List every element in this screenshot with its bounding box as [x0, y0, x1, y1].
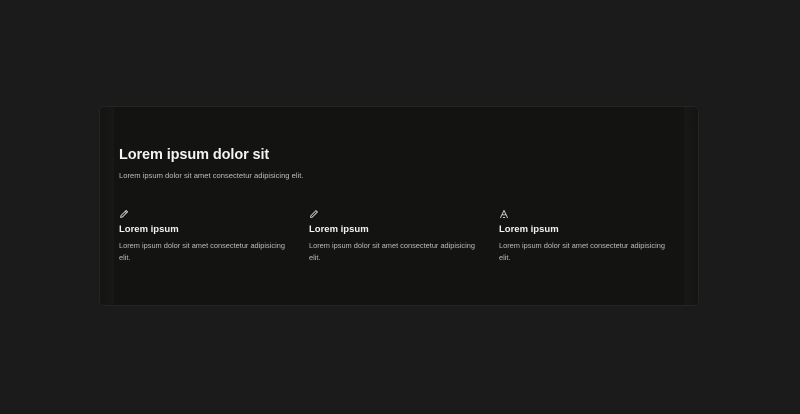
- feature-item-2: Lorem ipsum Lorem ipsum dolor sit amet c…: [309, 209, 487, 264]
- feature-title: Lorem ipsum: [119, 224, 179, 235]
- feature-item-3: Lorem ipsum Lorem ipsum dolor sit amet c…: [499, 209, 677, 264]
- features-card: Lorem ipsum dolor sit Lorem ipsum dolor …: [99, 106, 699, 306]
- pencil-icon: [119, 209, 129, 219]
- section-title: Lorem ipsum dolor sit: [119, 147, 270, 163]
- feature-title: Lorem ipsum: [309, 224, 369, 235]
- text-a-icon: [499, 209, 509, 219]
- feature-description: Lorem ipsum dolor sit amet consectetur a…: [309, 241, 475, 262]
- pen-icon: [309, 209, 319, 219]
- feature-item-1: Lorem ipsum Lorem ipsum dolor sit amet c…: [119, 209, 297, 264]
- feature-title: Lorem ipsum: [499, 224, 559, 235]
- section-subtitle: Lorem ipsum dolor sit amet consectetur a…: [119, 171, 304, 180]
- feature-description: Lorem ipsum dolor sit amet consectetur a…: [499, 241, 665, 262]
- feature-description: Lorem ipsum dolor sit amet consectetur a…: [119, 241, 285, 262]
